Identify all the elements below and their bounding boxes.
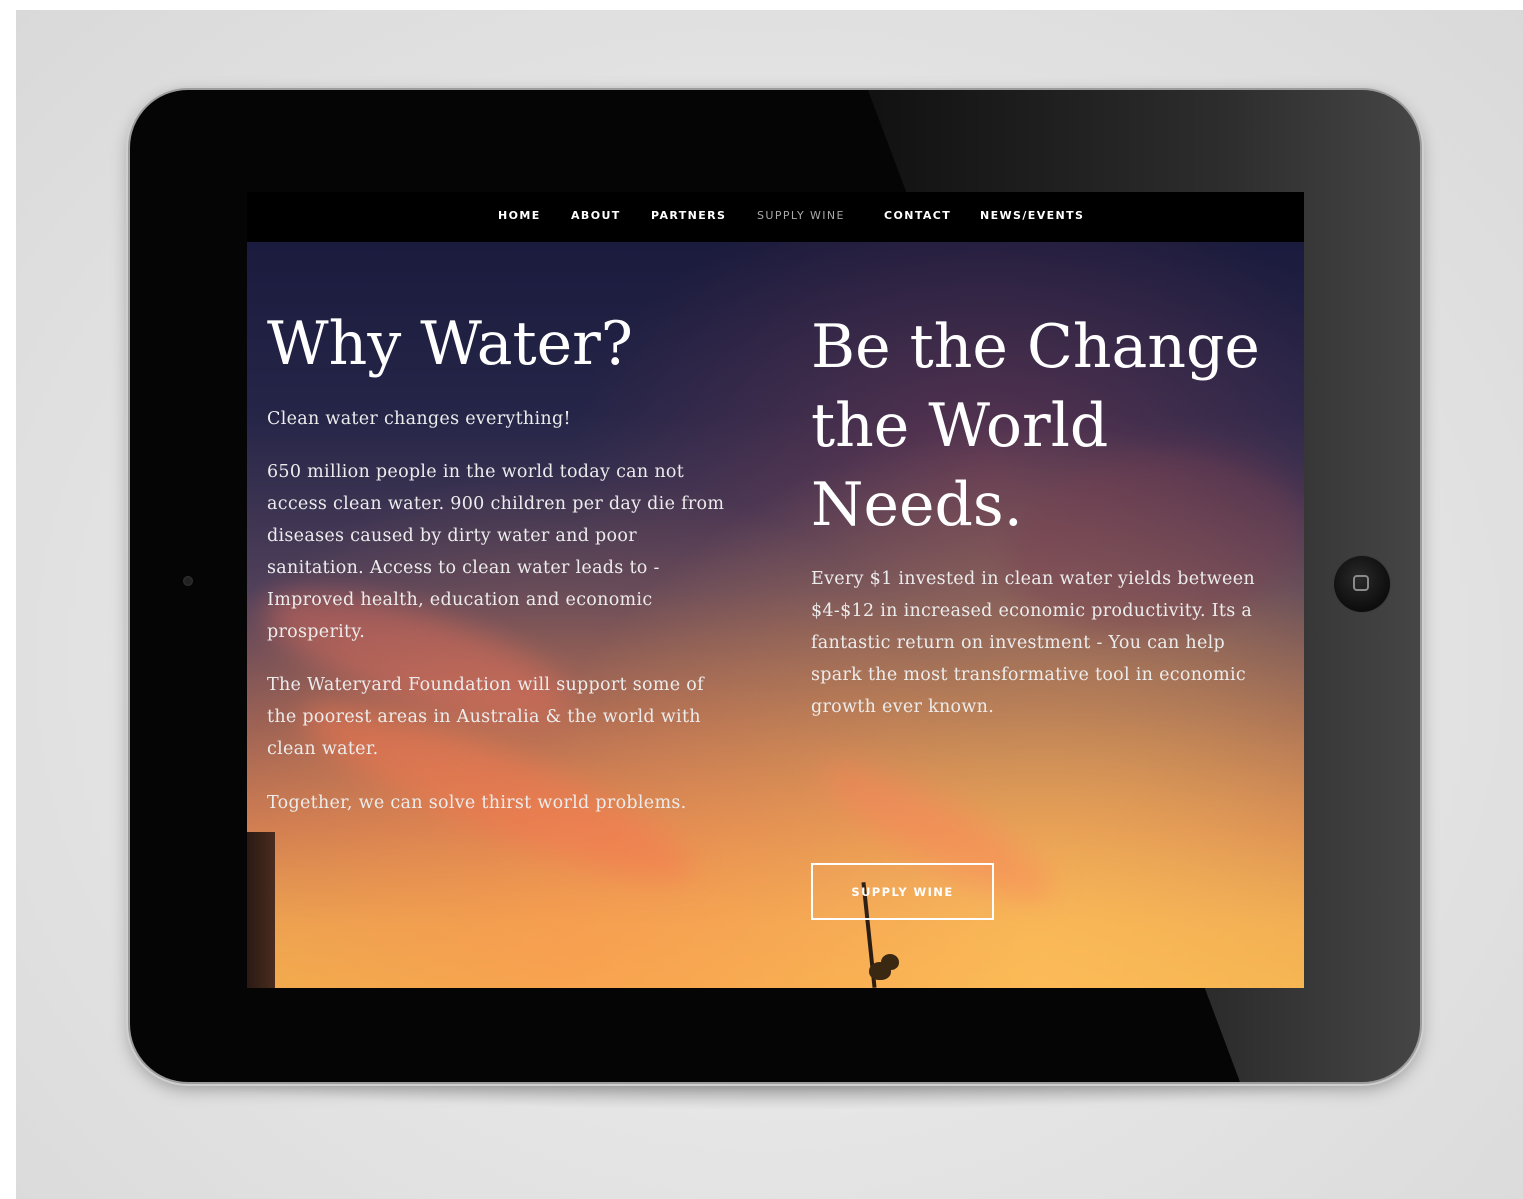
text-line: Improved health, education and economic	[267, 590, 653, 610]
text-line: clean water.	[267, 739, 379, 759]
text-line: Every $1 invested in clean water yields …	[811, 569, 1255, 589]
nav-contact[interactable]: CONTACT	[884, 209, 951, 222]
nav-supply-wine[interactable]: SUPPLY WINE	[757, 209, 845, 222]
top-nav: HOME ABOUT PARTNERS SUPPLY WINE CONTACT …	[247, 192, 1304, 242]
heading-line: the World	[811, 391, 1109, 461]
home-square-icon	[1353, 575, 1369, 591]
screen: HOME ABOUT PARTNERS SUPPLY WINE CONTACT …	[247, 192, 1304, 988]
text-line: fantastic return on investment - You can…	[811, 633, 1226, 653]
why-water-heading: Why Water?	[267, 309, 633, 379]
fence-post	[247, 832, 275, 988]
vine-leaf	[881, 954, 899, 970]
text-line: the poorest areas in Australia & the wor…	[267, 707, 701, 727]
supply-wine-button[interactable]: SUPPLY WINE	[811, 863, 994, 920]
nav-news-events[interactable]: NEWS/EVENTS	[980, 209, 1084, 222]
paragraph-together: Together, we can solve thirst world prob…	[267, 793, 687, 813]
heading-line: Needs.	[811, 470, 1023, 540]
text-line: The Wateryard Foundation will support so…	[267, 675, 704, 695]
be-the-change-heading: Be the Change the World Needs.	[811, 308, 1260, 545]
paragraph-statistics: 650 million people in the world today ca…	[267, 456, 724, 648]
text-line: diseases caused by dirty water and poor	[267, 526, 637, 546]
text-line: access clean water. 900 children per day…	[267, 494, 725, 514]
text-line: $4-$12 in increased economic productivit…	[811, 601, 1253, 621]
heading-line: Be the Change	[811, 312, 1260, 382]
nav-partners[interactable]: PARTNERS	[651, 209, 726, 222]
text-line: 650 million people in the world today ca…	[267, 462, 685, 482]
paragraph-investment: Every $1 invested in clean water yields …	[811, 563, 1255, 723]
home-button[interactable]	[1334, 556, 1390, 612]
text-line: spark the most transformative tool in ec…	[811, 665, 1246, 685]
tagline: Clean water changes everything!	[267, 409, 571, 429]
text-line: prosperity.	[267, 622, 366, 642]
text-line: sanitation. Access to clean water leads …	[267, 558, 660, 578]
nav-about[interactable]: ABOUT	[571, 209, 621, 222]
nav-home[interactable]: HOME	[498, 209, 541, 222]
camera-icon	[183, 576, 193, 586]
text-line: growth ever known.	[811, 697, 995, 717]
paragraph-foundation: The Wateryard Foundation will support so…	[267, 669, 704, 765]
